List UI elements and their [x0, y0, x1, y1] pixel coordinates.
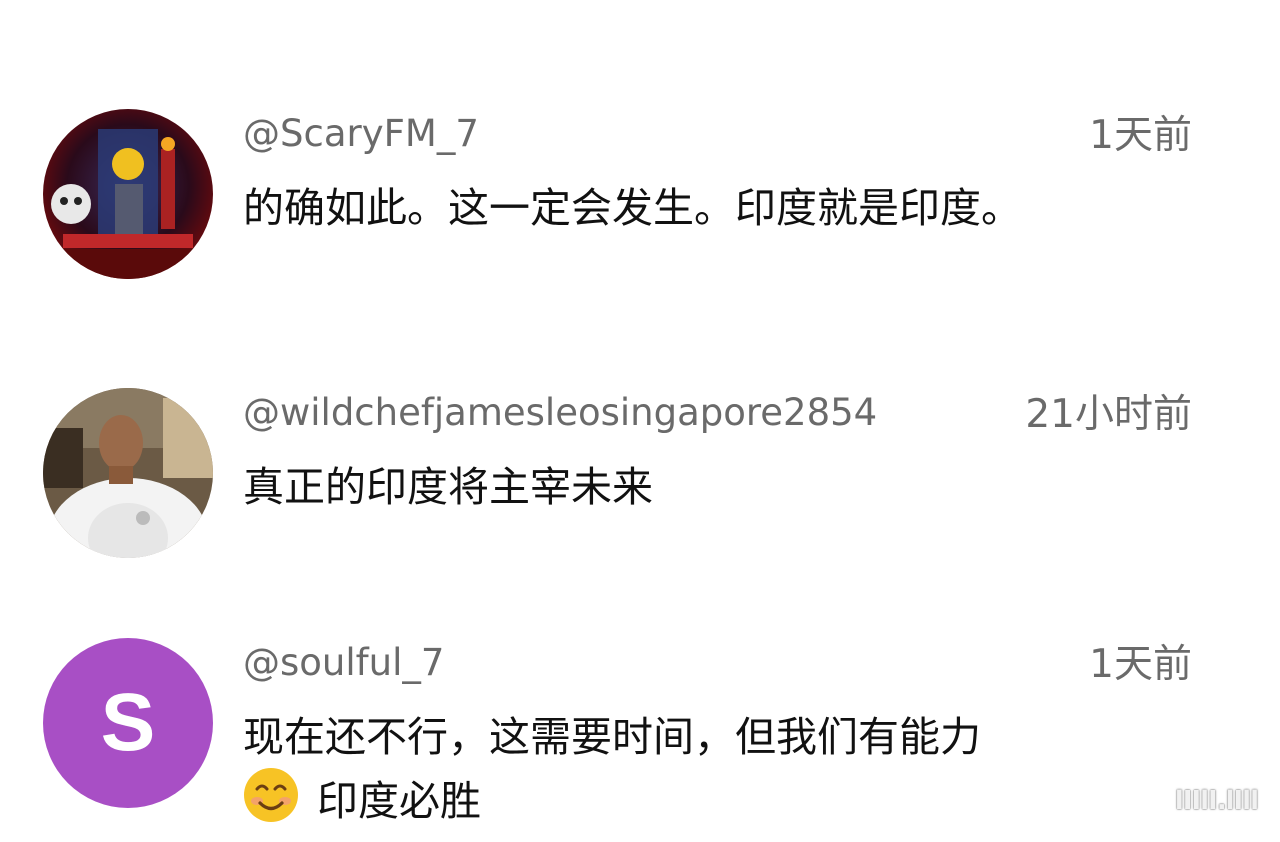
avatar[interactable]: S [43, 638, 213, 808]
watermark-logo: lIIlI.lIll [1174, 786, 1259, 816]
comment-author-handle[interactable]: @ScaryFM_7 [243, 112, 479, 156]
comment-timestamp: 1天前 [1089, 113, 1192, 158]
comment-author-handle[interactable]: @soulful_7 [243, 641, 444, 685]
avatar-letter: S [100, 677, 156, 768]
comment-text-line-2: 印度必胜 [243, 767, 981, 839]
comment-timestamp: 21小时前 [1025, 392, 1192, 437]
comment-text-line: 现在还不行，这需要时间，但我们有能力 [243, 713, 981, 761]
smiling-face-emoji-icon [243, 767, 299, 839]
comment-text: 现在还不行，这需要时间，但我们有能力 印度必胜 [243, 707, 981, 839]
avatar[interactable] [43, 388, 213, 558]
comment-timestamp: 1天前 [1089, 642, 1192, 687]
comment-text: 真正的印度将主宰未来 [243, 463, 653, 511]
chef-avatar-image [43, 388, 213, 558]
comment-text-tail: 印度必胜 [317, 777, 481, 825]
scary-avatar-image [43, 109, 213, 279]
avatar[interactable] [43, 109, 213, 279]
comment-author-handle[interactable]: @wildchefjamesleosingapore2854 [243, 391, 877, 435]
comment-text: 的确如此。这一定会发生。印度就是印度。 [243, 184, 1022, 232]
